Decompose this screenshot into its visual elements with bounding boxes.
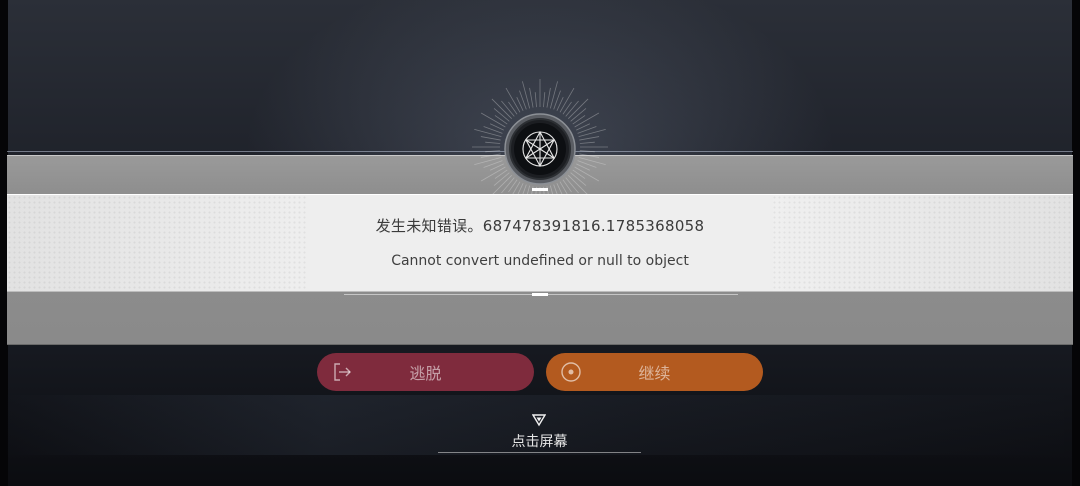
tap-underline [438,452,641,453]
tap-screen-label: 点击屏幕 [511,434,568,450]
exit-door-icon [334,363,351,381]
continue-button-label: 继续 [638,364,671,383]
crystal-emblem-icon [504,113,576,185]
target-circle-icon [561,362,581,382]
panel-top-notch [532,188,548,191]
error-message: Cannot convert undefined or null to obje… [391,253,689,269]
escape-button-label: 逃脱 [409,364,442,383]
panel-center [307,195,773,291]
game-screen[interactable]: 发生未知错误。687478391816.1785368058 Cannot co… [0,0,1080,486]
down-triangle-icon [532,414,546,427]
tap-screen-prompt[interactable]: 点击屏幕 [438,410,641,454]
error-title: 发生未知错误。687478391816.1785368058 [375,217,705,235]
error-dialog: 发生未知错误。687478391816.1785368058 Cannot co… [7,194,1073,292]
continue-button[interactable]: 继续 [546,353,763,391]
panel-under-line [344,294,738,295]
escape-button[interactable]: 逃脱 [317,353,534,391]
